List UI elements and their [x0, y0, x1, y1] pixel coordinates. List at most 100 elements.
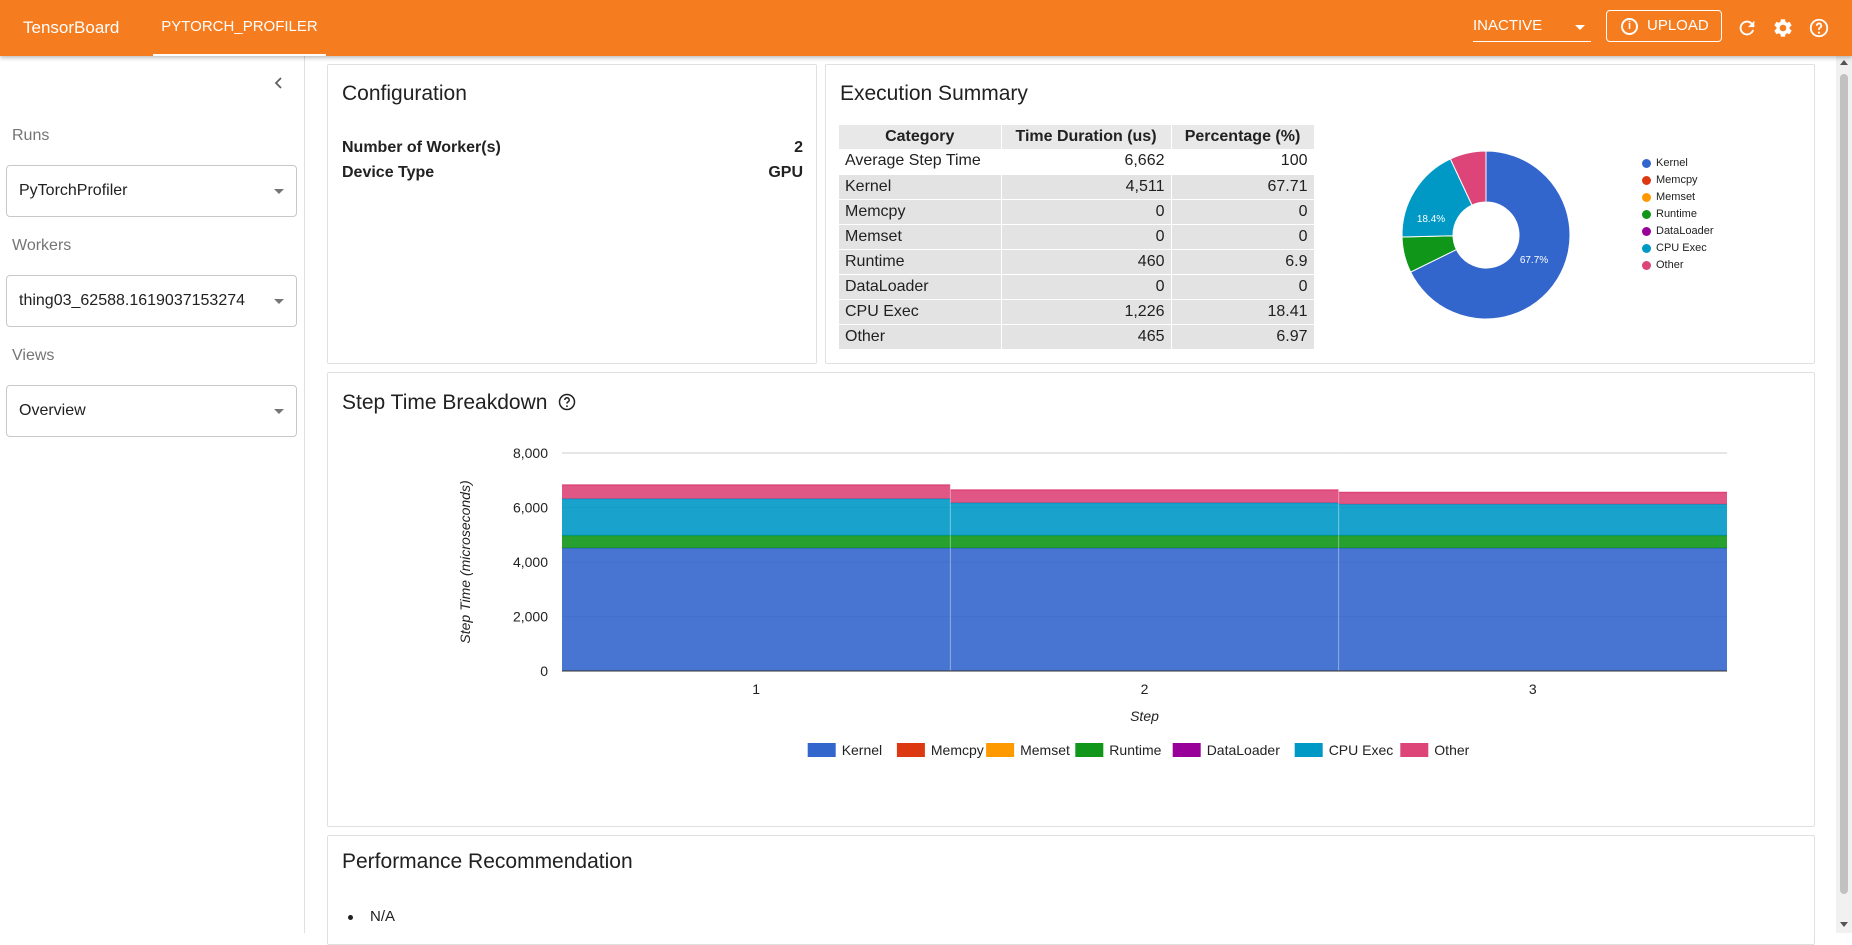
table-cell: 4,511	[1001, 174, 1172, 200]
table-row: Kernel 4,511 67.71	[839, 174, 1315, 200]
step-breakdown-title: Step Time Breakdown	[342, 391, 548, 414]
legend-swatch	[1642, 227, 1651, 236]
legend-swatch	[807, 743, 836, 757]
step-time-area-chart: 0 2,000 4,000 6,000 8,000 1 2 3 Step Step Time (m…	[457, 445, 1727, 758]
area-segment-other[interactable]	[562, 485, 951, 499]
legend-item[interactable]: Memcpy	[896, 742, 984, 758]
tab-pytorch-profiler[interactable]: PYTORCH_PROFILER	[153, 0, 326, 56]
scrollbar-thumb[interactable]	[1840, 74, 1848, 894]
area-segment-cpu-exec[interactable]	[1338, 504, 1727, 536]
legend-label: CPU Exec	[1329, 742, 1394, 758]
gear-icon[interactable]	[1772, 17, 1794, 39]
x-tick-label: 2	[1141, 681, 1149, 697]
refresh-icon[interactable]	[1736, 17, 1758, 39]
list-item: N/A	[348, 908, 395, 925]
table-row: Runtime 460 6.9	[839, 249, 1315, 275]
legend-swatch	[986, 743, 1015, 757]
legend-item[interactable]: Runtime	[1075, 742, 1162, 758]
views-select-value: Overview	[19, 402, 86, 419]
page-scrollbar[interactable]	[1836, 56, 1852, 933]
chevron-down-icon	[1575, 25, 1585, 30]
table-cell: Other	[839, 324, 1002, 350]
y-tick-label: 6,000	[513, 500, 548, 516]
table-cell: 460	[1001, 249, 1172, 275]
legend-item[interactable]: Memcpy	[1642, 172, 1714, 189]
column-header: Percentage (%)	[1171, 125, 1315, 149]
legend-label: Runtime	[1656, 208, 1697, 220]
legend-swatch	[896, 743, 925, 757]
area-segment-runtime[interactable]	[1338, 535, 1727, 549]
legend-item[interactable]: Memset	[986, 742, 1070, 758]
legend-label: Kernel	[1656, 157, 1688, 169]
table-cell: 1,226	[1001, 299, 1172, 325]
legend-item[interactable]: Kernel	[1642, 155, 1714, 172]
table-cell: 0	[1171, 224, 1315, 250]
config-row: Device Type GPU	[342, 164, 803, 182]
legend-item[interactable]: CPU Exec	[1294, 742, 1394, 758]
workers-select-value: thing03_62588.1619037153274	[19, 292, 246, 309]
y-tick-label: 2,000	[513, 609, 548, 625]
scroll-down-icon[interactable]	[1840, 922, 1848, 927]
legend-swatch	[1642, 176, 1651, 185]
chevron-left-icon[interactable]	[270, 74, 288, 92]
config-row: Number of Worker(s) 2	[342, 139, 803, 157]
help-icon[interactable]	[1808, 17, 1830, 39]
plugin-selector[interactable]: INACTIVE	[1473, 14, 1591, 42]
table-cell: 100	[1171, 149, 1315, 175]
scroll-up-icon[interactable]	[1840, 60, 1848, 65]
workers-label: Workers	[12, 237, 72, 254]
recommendation-title: Performance Recommendation	[342, 850, 633, 873]
legend-item[interactable]: DataLoader	[1172, 742, 1281, 758]
legend-label: Memcpy	[931, 742, 984, 758]
config-value: GPU	[768, 164, 803, 181]
x-axis-label: Step	[1130, 708, 1159, 724]
table-row: CPU Exec 1,226 18.41	[839, 299, 1315, 325]
table-cell: 6.9	[1171, 249, 1315, 275]
runs-select[interactable]: PyTorchProfiler	[6, 165, 297, 217]
info-icon: i	[1621, 18, 1638, 35]
legend-label: DataLoader	[1207, 742, 1281, 758]
execution-pie-chart: 67.7% 18.4%	[1401, 150, 1571, 320]
table-cell: DataLoader	[839, 274, 1002, 300]
area-segment-kernel[interactable]	[950, 548, 1339, 671]
sidebar: Runs PyTorchProfiler Workers thing03_625…	[0, 56, 305, 933]
area-segment-kernel[interactable]	[1338, 548, 1727, 671]
legend-item[interactable]: Other	[1400, 742, 1470, 758]
config-label: Device Type	[342, 164, 435, 181]
legend-swatch	[1642, 159, 1651, 168]
area-segment-cpu-exec[interactable]	[950, 502, 1339, 536]
legend-item[interactable]: Runtime	[1642, 206, 1714, 223]
views-select[interactable]: Overview	[6, 385, 297, 437]
legend-item[interactable]: Kernel	[807, 742, 882, 758]
legend-item[interactable]: DataLoader	[1642, 223, 1714, 240]
legend-item[interactable]: Memset	[1642, 189, 1714, 206]
upload-button[interactable]: i UPLOAD	[1606, 10, 1722, 42]
table-cell: Kernel	[839, 174, 1002, 200]
area-segment-other[interactable]	[950, 490, 1339, 503]
y-tick-label: 4,000	[513, 554, 548, 570]
legend-item[interactable]: Other	[1642, 257, 1714, 274]
legend-label: Memset	[1020, 742, 1070, 758]
chevron-down-icon	[274, 409, 284, 414]
recommendation-card: Performance Recommendation N/A	[327, 835, 1815, 945]
area-segment-runtime[interactable]	[950, 535, 1339, 549]
workers-select[interactable]: thing03_62588.1619037153274	[6, 275, 297, 327]
area-segment-cpu-exec[interactable]	[562, 498, 951, 536]
chevron-down-icon	[274, 299, 284, 304]
area-segment-kernel[interactable]	[562, 548, 951, 671]
legend-swatch	[1294, 743, 1323, 757]
legend-label: Memset	[1656, 191, 1696, 203]
recommendation-text: N/A	[370, 908, 396, 925]
app-brand[interactable]: TensorBoard	[23, 18, 119, 38]
execution-summary-title: Execution Summary	[840, 82, 1028, 105]
x-tick-label: 1	[752, 681, 760, 697]
table-row: Memcpy 0 0	[839, 199, 1315, 225]
table-cell: CPU Exec	[839, 299, 1002, 325]
table-row: Memset 0 0	[839, 224, 1315, 250]
help-circle-icon[interactable]	[558, 393, 576, 411]
area-segment-runtime[interactable]	[562, 535, 951, 549]
top-app-bar: TensorBoard PYTORCH_PROFILER INACTIVE i …	[0, 0, 1852, 56]
area-segment-other[interactable]	[1338, 492, 1727, 505]
legend-item[interactable]: CPU Exec	[1642, 240, 1714, 257]
upload-label: UPLOAD	[1647, 17, 1709, 34]
